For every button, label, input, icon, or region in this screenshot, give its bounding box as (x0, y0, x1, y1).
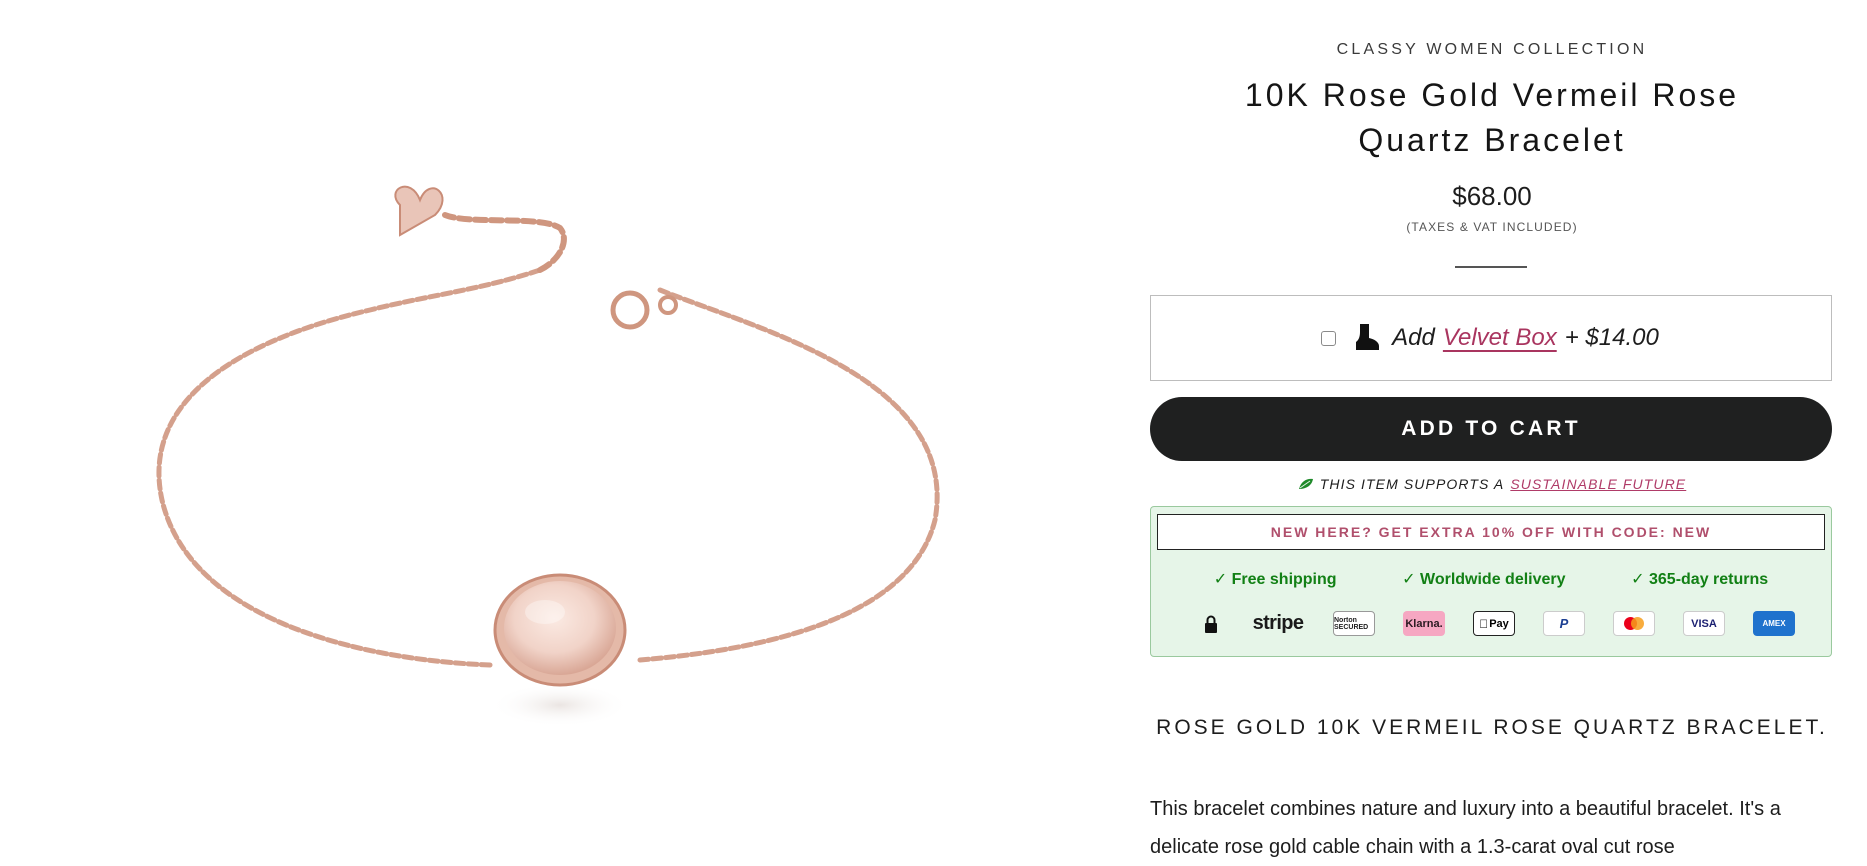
velvet-box-addon[interactable]: Add Velvet Box + $14.00 (1150, 295, 1832, 381)
sustainable-future-link[interactable]: SUSTAINABLE FUTURE (1510, 476, 1686, 492)
description-heading: ROSE GOLD 10K VERMEIL ROSE QUARTZ BRACEL… (1156, 716, 1828, 739)
promo-code-banner: NEW HERE? GET EXTRA 10% OFF WITH CODE: N… (1157, 514, 1825, 550)
divider (1455, 266, 1527, 268)
lock-icon (1199, 611, 1223, 636)
description-text: This bracelet combines nature and luxury… (1150, 798, 1781, 858)
perk-returns: ✓ 365-day returns (1631, 571, 1769, 588)
sustain-text: THIS ITEM SUPPORTS A (1319, 476, 1505, 492)
velvet-box-checkbox[interactable] (1321, 330, 1337, 346)
tax-note: (TAXES & VAT INCLUDED) (1406, 220, 1578, 234)
amex-icon: AMEX (1753, 611, 1795, 636)
product-gallery[interactable] (0, 0, 1120, 852)
product-image[interactable] (0, 0, 1120, 852)
visa-icon: VISA (1683, 611, 1725, 636)
boot-icon (1354, 324, 1380, 352)
addon-prefix: Add (1392, 324, 1435, 351)
apple-pay-icon: Pay (1473, 611, 1515, 636)
paypal-icon: P (1543, 611, 1585, 636)
sustainability-note: THIS ITEM SUPPORTS A SUSTAINABLE FUTURE (1150, 476, 1834, 492)
leaf-icon (1298, 478, 1314, 490)
perk-free-shipping: ✓ Free shipping (1213, 571, 1337, 588)
mastercard-icon (1613, 611, 1655, 636)
product-price: $68.00 (1452, 181, 1532, 211)
product-info: CLASSY WOMEN COLLECTION 10K Rose Gold Ve… (1150, 0, 1834, 858)
product-title: 10K Rose Gold Vermeil Rose Quartz Bracel… (1244, 77, 1740, 158)
add-to-cart-button[interactable]: ADD TO CART (1150, 397, 1832, 461)
payment-methods: stripe Norton SECURED Klarna. Pay P VIS… (1199, 611, 1795, 636)
stripe-icon: stripe (1252, 612, 1304, 634)
addon-price: + $14.00 (1564, 324, 1659, 351)
velvet-box-link[interactable]: Velvet Box (1443, 324, 1557, 352)
perk-worldwide-delivery: ✓ Worldwide delivery (1402, 571, 1566, 588)
perks-list: ✓ Free shipping ✓ Worldwide delivery ✓ 3… (1151, 569, 1831, 589)
collection-label[interactable]: CLASSY WOMEN COLLECTION (1150, 41, 1834, 59)
klarna-icon: Klarna. (1403, 611, 1445, 636)
norton-secured-icon: Norton SECURED (1333, 611, 1375, 636)
trust-badges-panel: NEW HERE? GET EXTRA 10% OFF WITH CODE: N… (1150, 506, 1832, 657)
